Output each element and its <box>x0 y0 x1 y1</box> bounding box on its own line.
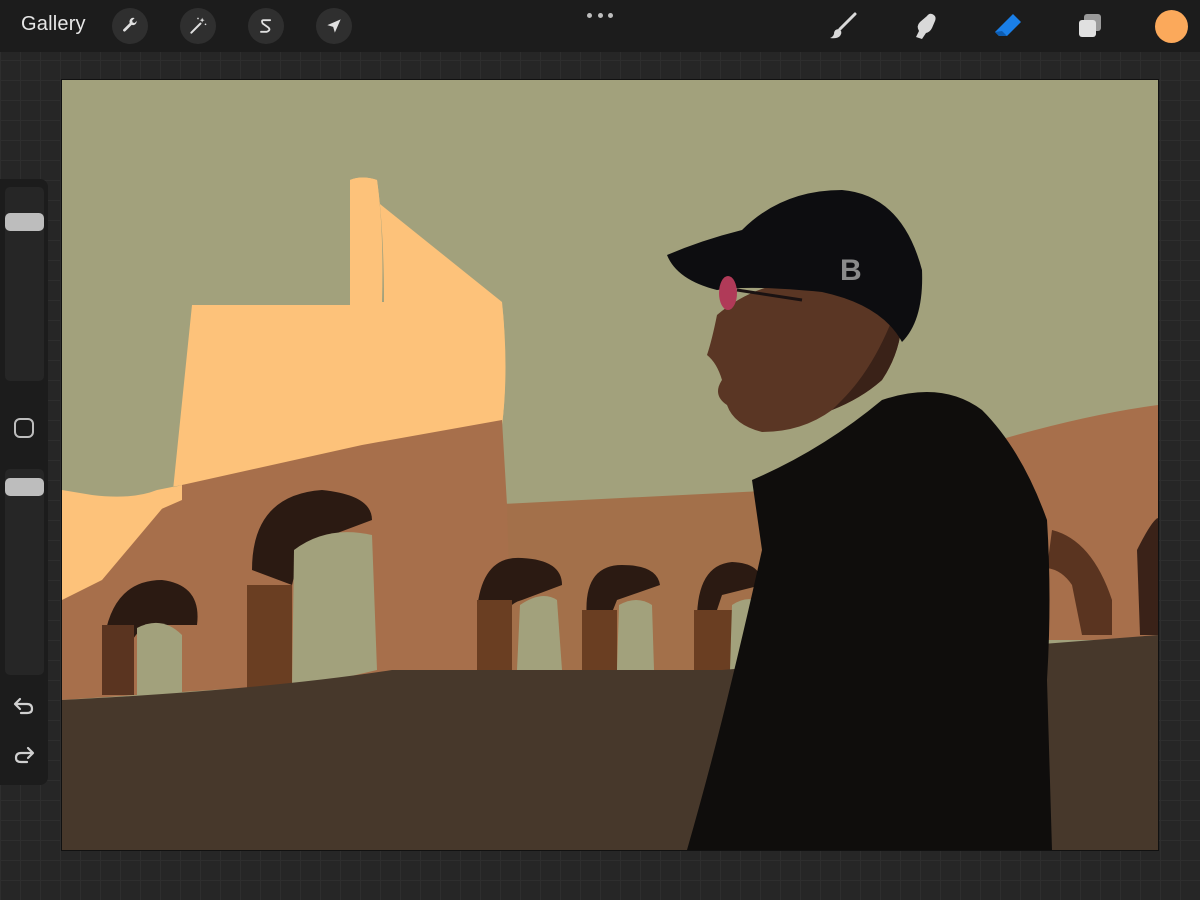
arch-opening-2 <box>292 532 377 690</box>
selection-s-icon <box>260 19 272 33</box>
dot-icon <box>597 12 603 18</box>
opacity-thumb[interactable] <box>5 478 44 496</box>
redo-icon <box>14 746 35 764</box>
wrench-icon <box>123 17 138 32</box>
arch-opening-1 <box>137 622 182 695</box>
magic-wand-icon <box>190 17 207 34</box>
artwork: B <box>62 80 1158 850</box>
arch-opening-3 <box>517 596 562 670</box>
drawing-canvas[interactable]: B <box>62 80 1158 850</box>
undo-button[interactable] <box>12 694 36 718</box>
transform-button[interactable] <box>316 8 352 44</box>
cap-logo: B <box>840 254 862 287</box>
more-options-button[interactable] <box>587 10 613 20</box>
layers-button[interactable] <box>1072 8 1108 44</box>
gallery-button[interactable]: Gallery <box>21 13 86 36</box>
eraser-icon <box>995 14 1021 36</box>
opacity-slider[interactable] <box>5 469 44 675</box>
undo-icon <box>13 697 34 715</box>
smudge-tool-button[interactable] <box>907 8 943 44</box>
brush-size-slider[interactable] <box>5 187 44 381</box>
adjustments-button[interactable] <box>180 8 216 44</box>
color-picker-button[interactable] <box>1155 10 1188 43</box>
dot-icon <box>587 12 592 18</box>
modify-button[interactable] <box>14 418 34 438</box>
pillar-left-2 <box>247 585 292 690</box>
paint-tool-button[interactable] <box>825 8 861 44</box>
eraser-tool-button[interactable] <box>990 8 1026 44</box>
top-toolbar: Gallery <box>0 0 1200 52</box>
pillar-mid-3 <box>694 610 732 670</box>
actions-button[interactable] <box>112 8 148 44</box>
left-sidebar <box>0 179 48 785</box>
layers-icon <box>1079 14 1101 37</box>
dot-icon <box>608 12 613 18</box>
brush-icon <box>830 12 857 39</box>
pillar-mid-2 <box>582 610 617 675</box>
sunglasses-lens <box>719 276 737 310</box>
pillar-mid-1 <box>477 600 512 670</box>
arch-opening-4 <box>617 600 654 670</box>
selection-button[interactable] <box>248 8 284 44</box>
redo-button[interactable] <box>12 743 36 767</box>
brush-size-thumb[interactable] <box>5 213 44 231</box>
arrow-cursor-icon <box>327 19 341 33</box>
pillar-left-1 <box>102 625 134 695</box>
smudge-finger-icon <box>916 13 936 39</box>
